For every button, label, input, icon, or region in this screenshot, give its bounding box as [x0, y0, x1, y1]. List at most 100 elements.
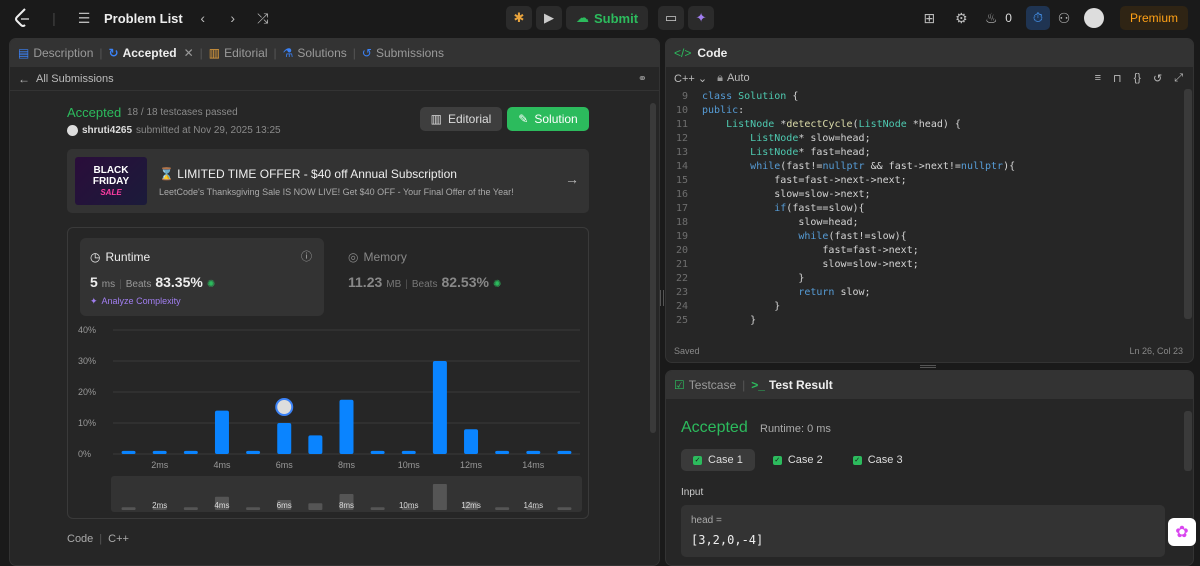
case-tab-2[interactable]: ✓ Case 2: [761, 449, 835, 471]
code-line[interactable]: 12 ListNode* slow=head;: [666, 131, 1193, 145]
chart-bar[interactable]: [557, 450, 572, 454]
chart-bar[interactable]: [183, 450, 198, 454]
code-line[interactable]: 23 return slow;: [666, 285, 1193, 299]
code-line[interactable]: 18 slow=head;: [666, 215, 1193, 229]
tab-accepted[interactable]: ↻ Accepted ✕: [109, 46, 194, 60]
panel-resize-handle[interactable]: [660, 290, 664, 306]
code-line[interactable]: 13 ListNode* fast=head;: [666, 145, 1193, 159]
submit-button[interactable]: ☁ Submit: [566, 6, 649, 30]
chart-bar[interactable]: [526, 450, 541, 454]
code-scrollbar[interactable]: [1184, 89, 1192, 319]
info-icon[interactable]: ⓘ: [301, 248, 312, 264]
overview-bar: [183, 507, 198, 510]
promo-img-line1: BLACK: [93, 164, 129, 176]
run-button[interactable]: ▶: [536, 6, 562, 30]
chart-bar[interactable]: [370, 450, 385, 454]
runtime-distribution-chart[interactable]: 0% 10% 20% 30% 40% 2ms 4ms 6ms 8ms 10ms 12ms 14ms 2m…: [68, 324, 590, 520]
code-line[interactable]: 19 while(fast!=slow){: [666, 229, 1193, 243]
arrow-right-icon[interactable]: →: [565, 171, 579, 187]
test-scrollbar[interactable]: [1184, 411, 1192, 471]
vertical-resize-handle[interactable]: [920, 365, 936, 368]
tab-accepted-label: Accepted: [122, 46, 177, 60]
expand-icon[interactable]: ⤢: [1174, 72, 1183, 85]
tab-description[interactable]: ▤ Description: [18, 46, 93, 60]
format-icon[interactable]: ≡: [1095, 72, 1101, 85]
settings-gear-icon[interactable]: ⚙: [951, 8, 971, 28]
braces-icon[interactable]: {}: [1134, 72, 1141, 85]
prev-problem-icon[interactable]: ‹: [193, 8, 213, 28]
problem-list-link[interactable]: Problem List: [104, 11, 183, 26]
streak-flame-icon[interactable]: ♨: [981, 8, 1001, 28]
code-line[interactable]: 22 }: [666, 271, 1193, 285]
problem-list-icon[interactable]: ☰: [74, 8, 94, 28]
timer-button[interactable]: ⏱: [1025, 6, 1050, 30]
close-icon[interactable]: ✕: [184, 46, 194, 60]
memory-title[interactable]: ◎ Memory: [348, 250, 407, 264]
code-line[interactable]: 24 }: [666, 299, 1193, 313]
code-label: Code: [67, 533, 94, 545]
reset-icon[interactable]: ↺: [1153, 72, 1162, 85]
layout-icon[interactable]: ⊞: [919, 8, 939, 28]
code-editor[interactable]: 9 class Solution {10 public: 11 ListNode *d…: [666, 89, 1193, 327]
chart-bar[interactable]: [464, 429, 479, 454]
analyze-complexity-link[interactable]: ✦ Analyze Complexity: [90, 296, 181, 307]
share-link-icon[interactable]: ⚭: [638, 72, 647, 85]
runtime-card[interactable]: ◷ Runtime ⓘ 5 ms | Beats 83.35% ✺ ✦ Analyz…: [80, 238, 324, 316]
code-line[interactable]: 20 fast=fast->next;: [666, 243, 1193, 257]
leetcode-logo-icon[interactable]: [12, 7, 34, 29]
left-scrollbar[interactable]: [650, 103, 656, 433]
chart-bar[interactable]: [432, 361, 447, 454]
runtime-beats-label: Beats: [125, 279, 152, 290]
code-line[interactable]: 14 while(fast!=nullptr && fast->next!=nu…: [666, 159, 1193, 173]
editorial-button-label: Editorial: [447, 112, 492, 126]
back-arrow-icon[interactable]: ←: [18, 72, 30, 86]
tab-submissions[interactable]: ↺ Submissions: [362, 46, 444, 60]
shuffle-icon[interactable]: ⤮: [253, 8, 273, 28]
avatar[interactable]: [1083, 8, 1104, 28]
premium-button[interactable]: Premium: [1119, 6, 1188, 30]
test-runtime: Runtime: 0 ms: [760, 423, 831, 435]
notes-button[interactable]: ▭: [658, 6, 685, 30]
chart-bar[interactable]: [339, 399, 354, 454]
code-line[interactable]: 17 if(fast==slow){: [666, 201, 1193, 215]
add-user-icon[interactable]: ⚇: [1054, 8, 1074, 28]
chart-bar[interactable]: [152, 450, 167, 454]
code-line[interactable]: 15 fast=fast->next->next;: [666, 173, 1193, 187]
promo-banner[interactable]: BLACK FRIDAY SALE ⌛ LIMITED TIME OFFER -…: [67, 149, 589, 213]
streak-count: 0: [1005, 11, 1012, 25]
tab-testcase[interactable]: ☑ Testcase: [674, 378, 736, 392]
chart-bar[interactable]: [214, 410, 229, 454]
code-line[interactable]: 21 slow=slow->next;: [666, 257, 1193, 271]
editorial-button[interactable]: ▥ Editorial: [420, 107, 502, 131]
ai-button[interactable]: ✦: [688, 6, 715, 30]
check-icon: ✓: [693, 455, 702, 465]
your-submission-marker[interactable]: [275, 398, 294, 416]
debug-button[interactable]: ✱: [506, 6, 532, 30]
tab-editorial[interactable]: ▥ Editorial: [209, 46, 268, 60]
code-line[interactable]: 9 class Solution {: [666, 89, 1193, 103]
code-line[interactable]: 25 }: [666, 313, 1193, 327]
code-line[interactable]: 11 ListNode *detectCycle(ListNode *head)…: [666, 117, 1193, 131]
x-tick-label: 4ms: [213, 460, 231, 470]
chart-bar[interactable]: [246, 450, 261, 454]
chart-bar[interactable]: [121, 450, 136, 454]
chart-bar[interactable]: [401, 450, 416, 454]
code-line[interactable]: 16 slow=slow->next;: [666, 187, 1193, 201]
code-text: slow=head;: [702, 216, 859, 228]
case-tab-1[interactable]: ✓ Case 1: [681, 449, 755, 471]
bookmark-icon[interactable]: ⊓: [1113, 72, 1122, 85]
code-line[interactable]: 10 public:: [666, 103, 1193, 117]
chart-bar[interactable]: [308, 435, 323, 454]
chart-bar[interactable]: [277, 423, 292, 454]
username-link[interactable]: shruti4265: [82, 125, 132, 136]
all-submissions-link[interactable]: All Submissions: [36, 73, 114, 85]
ai-assistant-fab[interactable]: ✿: [1168, 518, 1196, 546]
auto-mode[interactable]: Auto: [727, 72, 750, 84]
tab-solutions[interactable]: ⚗ Solutions: [283, 46, 347, 60]
tab-test-result[interactable]: >_ Test Result: [751, 378, 832, 392]
language-select[interactable]: C++ ⌄: [674, 72, 707, 85]
solution-button[interactable]: ✎ Solution: [507, 107, 589, 131]
next-problem-icon[interactable]: ›: [223, 8, 243, 28]
chart-bar[interactable]: [495, 450, 510, 454]
case-tab-3[interactable]: ✓ Case 3: [841, 449, 915, 471]
